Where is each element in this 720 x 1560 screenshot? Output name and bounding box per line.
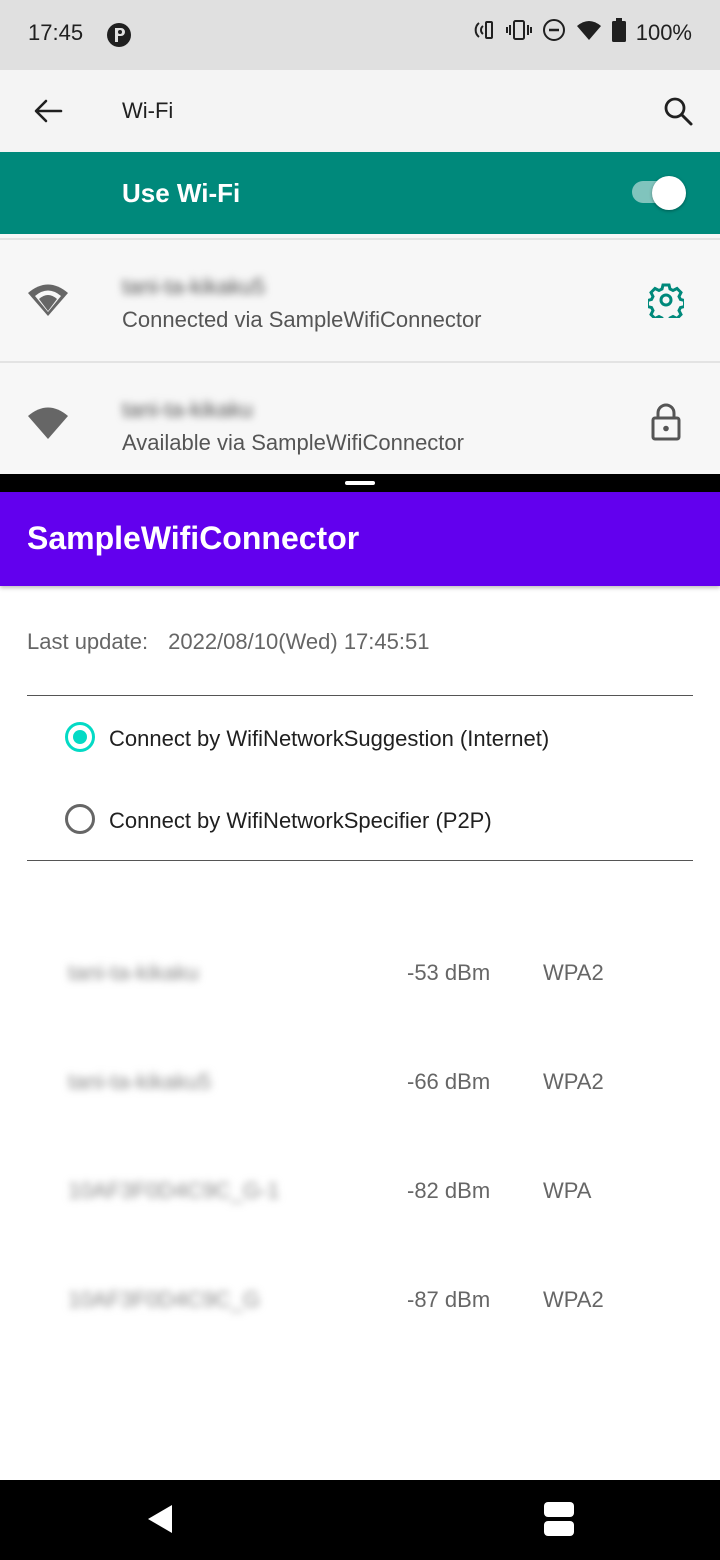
- use-wifi-label: Use Wi-Fi: [122, 178, 241, 208]
- search-icon[interactable]: [662, 95, 694, 132]
- scan-result-ssid[interactable]: 10AF3F0D4C9C_G-1: [68, 1178, 280, 1204]
- scan-result-rssi: -53 dBm: [407, 960, 491, 985]
- nfc-icon: [472, 18, 496, 47]
- status-time: 17:45: [28, 20, 84, 45]
- scan-result-security: WPA2: [543, 1069, 604, 1094]
- radio-suggestion-label[interactable]: Connect by WifiNetworkSuggestion (Intern…: [109, 726, 549, 752]
- radio-specifier[interactable]: [65, 804, 95, 834]
- nav-split-screen-icon[interactable]: [544, 1502, 574, 1541]
- use-wifi-toggle-thumb[interactable]: [652, 176, 686, 210]
- scan-result-ssid[interactable]: tani-ta-kikaku5: [68, 1069, 211, 1095]
- lock-icon: [651, 403, 681, 446]
- last-update-label: Last update:: [27, 629, 149, 654]
- network-status: Available via SampleWifiConnector: [122, 430, 464, 455]
- nav-back-icon[interactable]: [146, 1503, 174, 1540]
- last-update-value: 2022/08/10(Wed) 17:45:51: [168, 629, 430, 654]
- scan-result-rssi: -66 dBm: [407, 1069, 491, 1094]
- scan-result-rssi: -87 dBm: [407, 1287, 491, 1312]
- scan-result-security: WPA2: [543, 960, 604, 985]
- last-update: Last update: 2022/08/10(Wed) 17:45:51: [27, 629, 429, 655]
- radio-suggestion[interactable]: [65, 722, 95, 752]
- wifi-signal-icon: [27, 405, 69, 446]
- wifi-signal-icon: [27, 282, 69, 323]
- app-title: SampleWifiConnector: [27, 520, 360, 556]
- network-row-connected[interactable]: [0, 238, 720, 360]
- scan-result-ssid[interactable]: tani-ta-kikaku: [68, 960, 199, 986]
- battery-percentage: 100%: [635, 19, 692, 45]
- back-arrow-icon[interactable]: [33, 97, 63, 130]
- scan-result-security: WPA: [543, 1178, 592, 1203]
- scan-result-security: WPA2: [543, 1287, 604, 1312]
- gear-icon[interactable]: [646, 282, 686, 324]
- navigation-bar: [0, 1480, 720, 1560]
- network-ssid: tani-ta-kikaku: [122, 397, 253, 422]
- network-ssid: tani-ta-kikaku5: [122, 274, 266, 299]
- settings-title: Wi-Fi: [122, 98, 174, 123]
- scan-result-rssi: -82 dBm: [407, 1178, 491, 1203]
- settings-toolbar: [0, 70, 720, 152]
- use-wifi-bar[interactable]: [0, 152, 720, 234]
- divider-line: [27, 860, 693, 861]
- network-status: Connected via SampleWifiConnector: [122, 307, 482, 332]
- vibrate-icon: [505, 18, 532, 47]
- status-icons: 100%: [472, 18, 692, 47]
- divider-handle[interactable]: [345, 481, 375, 485]
- app-notification-icon: [106, 22, 132, 53]
- battery-icon: [611, 18, 626, 47]
- radio-specifier-label[interactable]: Connect by WifiNetworkSpecifier (P2P): [109, 808, 492, 834]
- divider-line: [27, 695, 693, 696]
- scan-result-ssid[interactable]: 10AF3F0D4C9C_G: [68, 1287, 260, 1313]
- network-row-available[interactable]: [0, 361, 720, 476]
- wifi-icon: [576, 19, 602, 46]
- dnd-icon: [542, 18, 566, 47]
